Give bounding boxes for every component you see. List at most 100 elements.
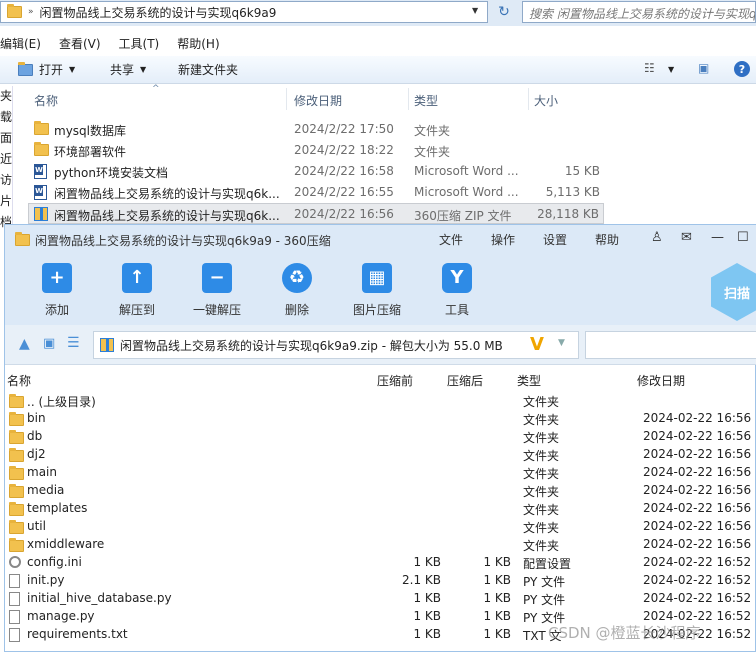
col-name[interactable]: 名称 [7, 372, 31, 389]
maximize-icon[interactable]: ☐ [737, 230, 749, 245]
zip-row[interactable]: xmiddleware 文件夹 2024-02-22 16:56 [5, 536, 756, 554]
zip-row[interactable]: initial_hive_database.py 1 KB 1 KB PY 文件 202… [5, 590, 756, 608]
zip-row[interactable]: templates 文件夹 2024-02-22 16:56 [5, 500, 756, 518]
image-compress-button[interactable]: ▦ 图片压缩 [347, 263, 407, 318]
file-row[interactable]: 闲置物品线上交易系统的设计与实现q6k... 2024/2/22 16:55 M… [28, 182, 604, 203]
preview-pane-icon[interactable]: ▣ [698, 61, 709, 75]
zip-column-headers: 名称 压缩前 压缩后 类型 修改日期 [5, 369, 756, 391]
one-click-extract-icon: − [202, 263, 232, 293]
zip-cell-type: PY 文件 [523, 593, 566, 607]
column-divider[interactable] [408, 88, 409, 110]
chevron-down-icon: ▼ [69, 65, 76, 74]
zip-cell-date: 2024-02-22 16:56 [643, 537, 752, 551]
file-row[interactable]: mysql数据库 2024/2/22 17:50 文件夹 [28, 119, 604, 140]
nav-item[interactable]: 面 [0, 128, 12, 149]
watermark: CSDN @橙蓝长沙程序 [548, 624, 701, 642]
zip-row[interactable]: db 文件夹 2024-02-22 16:56 [5, 428, 756, 446]
zip-cell-name: initial_hive_database.py [27, 591, 172, 605]
help-icon[interactable]: ? [734, 61, 750, 77]
zip-row[interactable]: main 文件夹 2024-02-22 16:56 [5, 464, 756, 482]
zip-row[interactable]: bin 文件夹 2024-02-22 16:56 [5, 410, 756, 428]
menu-operate[interactable]: 操作 [491, 231, 515, 248]
menu-edit[interactable]: 编辑(E) [0, 35, 41, 52]
search-input[interactable]: 搜索 闲置物品线上交易系统的设计与实现q6k9a9 [522, 1, 756, 23]
column-size[interactable]: 大小 [534, 92, 558, 109]
zip-row[interactable]: dj2 文件夹 2024-02-22 16:56 [5, 446, 756, 464]
add-icon: + [42, 263, 72, 293]
address-bar[interactable]: » 闲置物品线上交易系统的设计与实现q6k9a9 ▼ [0, 1, 488, 23]
archive-search-input[interactable] [585, 331, 756, 359]
tools-button[interactable]: Y 工具 [427, 263, 487, 318]
chevron-down-icon[interactable]: ▼ [558, 338, 565, 348]
nav-item[interactable]: 片 [0, 191, 12, 212]
zip-cell-date: 2024-02-22 16:52 [643, 573, 752, 587]
skin-icon[interactable]: ♙ [651, 230, 663, 245]
explorer-window: » 闲置物品线上交易系统的设计与实现q6k9a9 ▼ ↻ 搜索 闲置物品线上交易… [0, 0, 756, 232]
folder-icon [7, 4, 22, 18]
column-divider[interactable] [286, 88, 287, 110]
zip-row[interactable]: media 文件夹 2024-02-22 16:56 [5, 482, 756, 500]
list-view-icon[interactable]: ☰ [67, 335, 80, 351]
col-before[interactable]: 压缩前 [377, 372, 413, 389]
zip-row[interactable]: .. (上级目录) 文件夹 [5, 392, 756, 410]
chevron-right-icon: » [28, 7, 34, 17]
zip-cell-name: media [27, 483, 65, 497]
zip-row[interactable]: init.py 2.1 KB 1 KB PY 文件 2024-02-22 16:52 [5, 572, 756, 590]
zip-cell-name: xmiddleware [27, 537, 105, 551]
refresh-icon[interactable]: ↻ [492, 2, 516, 22]
extract-to-button[interactable]: ↑ 解压到 [107, 263, 167, 318]
minimize-icon[interactable]: — [711, 230, 724, 245]
zip-row[interactable]: config.ini 1 KB 1 KB 配置设置 2024-02-22 16:52 [5, 554, 756, 572]
path-bar: ▲ ▣ ☰ 闲置物品线上交易系统的设计与实现q6k9a9.zip - 解包大小为… [5, 325, 756, 365]
window-title: 闲置物品线上交易系统的设计与实现q6k9a9 - 360压缩 [35, 234, 331, 248]
new-folder-button[interactable]: 新建文件夹 [178, 61, 238, 78]
zip-window: 闲置物品线上交易系统的设计与实现q6k9a9 - 360压缩 文件 操作 设置 … [4, 224, 756, 652]
zip-cell-before: 1 KB [413, 591, 441, 605]
file-row-selected[interactable]: 闲置物品线上交易系统的设计与实现q6k... 2024/2/22 16:56 3… [28, 203, 604, 224]
zip-cell-type: 文件夹 [523, 449, 560, 463]
word-doc-icon [34, 164, 47, 179]
zip-cell-before: 1 KB [413, 555, 441, 569]
zip-cell-after: 1 KB [483, 609, 511, 623]
column-divider[interactable] [528, 88, 529, 110]
one-click-extract-button[interactable]: − 一键解压 [187, 263, 247, 318]
view-options-icon[interactable]: ☷ [644, 61, 655, 75]
share-button[interactable]: 共享 ▼ [110, 61, 146, 78]
title-bar[interactable]: 闲置物品线上交易系统的设计与实现q6k9a9 - 360压缩 文件 操作 设置 … [5, 225, 756, 255]
zip-cell-type: 文件夹 [523, 395, 560, 409]
delete-button[interactable]: ♻ 删除 [267, 263, 327, 318]
column-date[interactable]: 修改日期 [294, 92, 342, 109]
col-type[interactable]: 类型 [517, 372, 541, 389]
menu-settings[interactable]: 设置 [543, 231, 567, 248]
zip-cell-name: config.ini [27, 555, 82, 569]
breadcrumb[interactable]: 闲置物品线上交易系统的设计与实现q6k9a9 [40, 4, 277, 21]
menu-tools[interactable]: 工具(T) [119, 35, 160, 52]
file-row[interactable]: 环境部署软件 2024/2/22 18:22 文件夹 [28, 140, 604, 161]
feedback-icon[interactable]: ✉ [681, 230, 692, 245]
menu-help[interactable]: 帮助(H) [177, 35, 219, 52]
nav-item[interactable]: 近访 [0, 149, 12, 191]
open-button[interactable]: 打开 ▼ [18, 61, 75, 78]
menu-help[interactable]: 帮助 [595, 231, 619, 248]
zip-cell-type: PY 文件 [523, 575, 566, 589]
zip-cell-after: 1 KB [483, 573, 511, 587]
chevron-down-icon[interactable]: ▼ [472, 6, 478, 15]
path-field[interactable]: 闲置物品线上交易系统的设计与实现q6k9a9.zip - 解包大小为 55.0 … [93, 331, 579, 359]
zip-cell-date: 2024-02-22 16:52 [643, 609, 752, 623]
add-button[interactable]: + 添加 [27, 263, 87, 318]
zip-cell-date: 2024-02-22 16:56 [643, 501, 752, 515]
col-after[interactable]: 压缩后 [447, 372, 483, 389]
column-headers: 名称 ^ 修改日期 类型 大小 [0, 84, 606, 112]
menu-file[interactable]: 文件 [439, 231, 463, 248]
check-icon[interactable]: V [530, 334, 544, 355]
up-arrow-icon[interactable]: ▲ [19, 336, 30, 352]
file-row[interactable]: python环境安装文档 2024/2/22 16:58 Microsoft W… [28, 161, 604, 182]
chevron-down-icon[interactable]: ▼ [668, 65, 674, 74]
column-name[interactable]: 名称 [34, 92, 58, 109]
menu-view[interactable]: 查看(V) [59, 35, 101, 52]
zip-row[interactable]: util 文件夹 2024-02-22 16:56 [5, 518, 756, 536]
column-type[interactable]: 类型 [414, 92, 438, 109]
col-date[interactable]: 修改日期 [637, 372, 685, 389]
recycle-icon: ♻ [282, 263, 312, 293]
thumbnail-view-icon[interactable]: ▣ [43, 336, 55, 351]
